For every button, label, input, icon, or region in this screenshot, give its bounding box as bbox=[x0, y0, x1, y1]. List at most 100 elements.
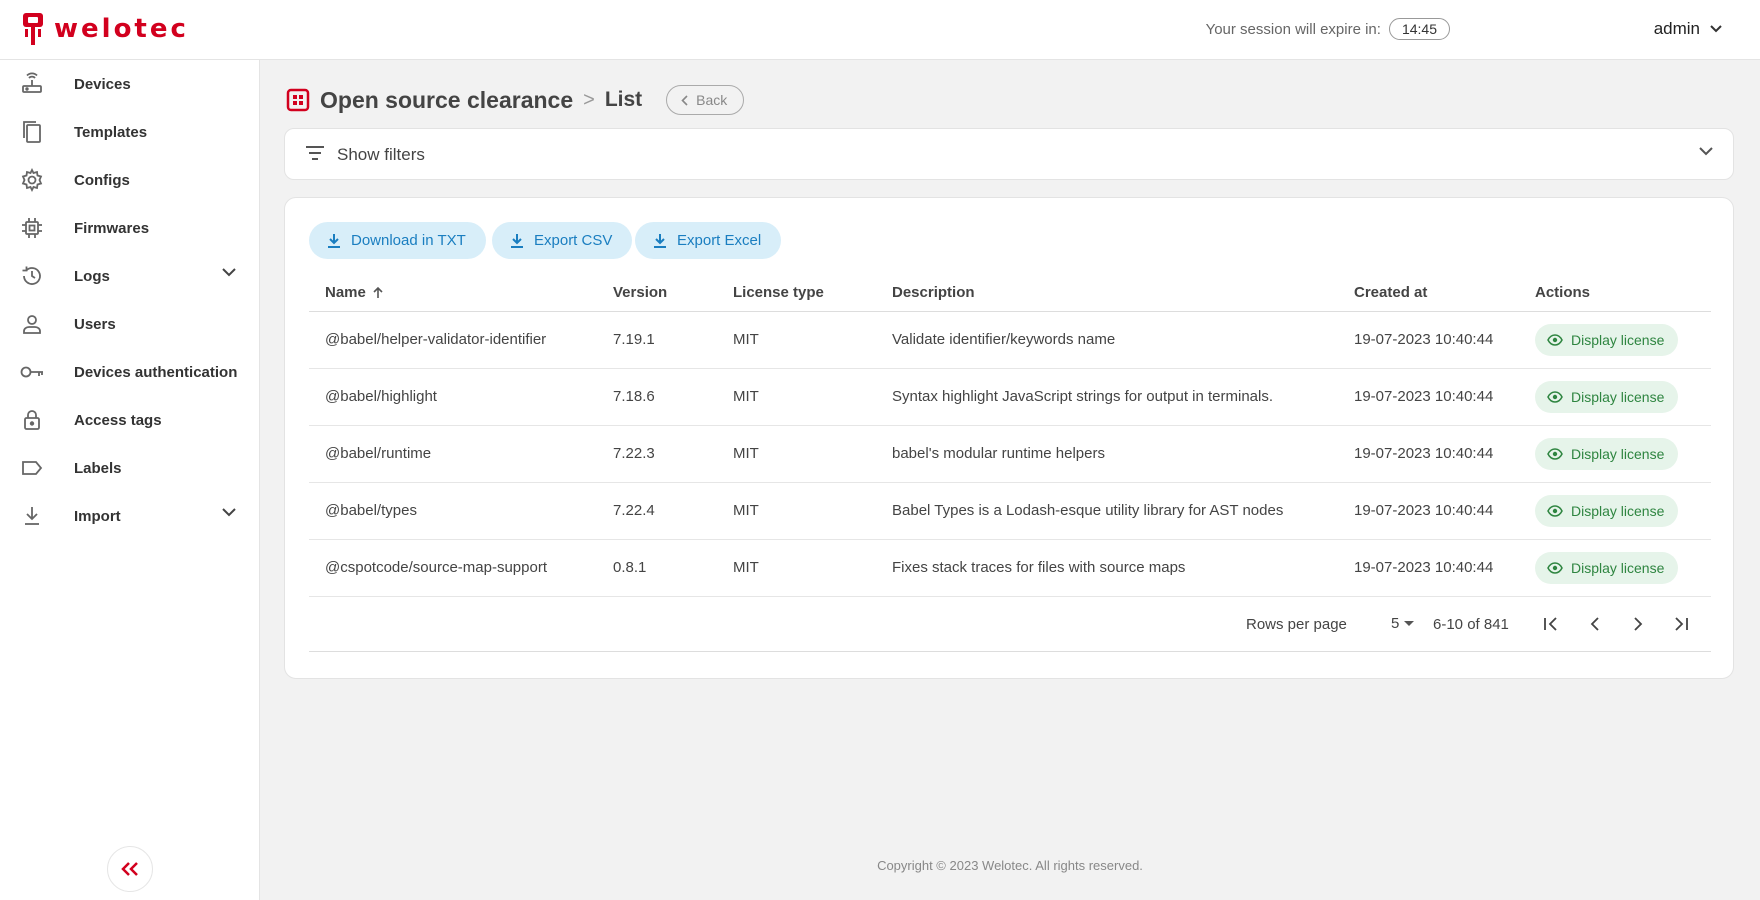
sidebar-item-label: Import bbox=[74, 507, 121, 525]
collapse-sidebar-button[interactable] bbox=[107, 846, 153, 892]
licenses-card: Download in TXT Export CSV Export Excel … bbox=[284, 197, 1734, 679]
session-label: Your session will expire in: bbox=[1205, 20, 1381, 38]
table-row: @babel/highlight 7.18.6 MIT Syntax highl… bbox=[309, 369, 1711, 426]
previous-page-button[interactable] bbox=[1583, 612, 1607, 636]
cell-description: Fixes stack traces for files with source… bbox=[892, 559, 1186, 576]
sidebar-item-users[interactable]: Users bbox=[0, 300, 260, 348]
next-page-button[interactable] bbox=[1626, 612, 1650, 636]
user-menu[interactable]: admin bbox=[1654, 19, 1722, 39]
sidebar-item-label: Configs bbox=[74, 171, 130, 189]
breadcrumb-separator: > bbox=[583, 88, 595, 111]
rows-per-page-select[interactable]: 5 bbox=[1391, 615, 1415, 632]
chip-icon bbox=[18, 214, 46, 242]
display-license-label: Display license bbox=[1571, 332, 1665, 348]
display-license-label: Display license bbox=[1571, 503, 1665, 519]
sidebar-item-firmwares[interactable]: Firmwares bbox=[0, 204, 260, 252]
display-license-button[interactable]: Display license bbox=[1535, 552, 1679, 584]
cell-description: Syntax highlight JavaScript strings for … bbox=[892, 388, 1274, 405]
first-page-icon bbox=[1544, 617, 1557, 631]
brand-name: welotec bbox=[54, 14, 189, 44]
cell-version: 7.22.4 bbox=[613, 502, 655, 519]
show-filters-label: Show filters bbox=[337, 145, 425, 164]
user-icon bbox=[18, 310, 46, 338]
sidebar-item-templates[interactable]: Templates bbox=[0, 108, 260, 156]
user-name: admin bbox=[1653, 19, 1700, 38]
caret-down-icon bbox=[1404, 620, 1415, 626]
table-row: @babel/helper-validator-identifier 7.19.… bbox=[309, 312, 1711, 369]
display-license-button[interactable]: Display license bbox=[1535, 495, 1679, 527]
cell-version: 7.22.3 bbox=[613, 445, 655, 462]
breadcrumb: Open source clearance > List Back bbox=[286, 84, 745, 116]
column-header-label: License type bbox=[733, 284, 824, 301]
double-chevron-left-icon bbox=[121, 862, 138, 876]
chevron-down-icon bbox=[1710, 25, 1722, 33]
label-icon bbox=[18, 454, 46, 482]
column-header-version[interactable]: Version bbox=[613, 284, 667, 301]
column-header-license-type[interactable]: License type bbox=[733, 284, 824, 301]
copy-icon bbox=[18, 118, 46, 146]
sidebar-item-configs[interactable]: Configs bbox=[0, 156, 260, 204]
sidebar-item-label: Access tags bbox=[74, 411, 162, 429]
column-header-description[interactable]: Description bbox=[892, 284, 975, 301]
sidebar-item-devices-authentication[interactable]: Devices authentication bbox=[0, 348, 260, 396]
export-csv-button[interactable]: Export CSV bbox=[492, 222, 633, 259]
gear-icon bbox=[18, 166, 46, 194]
eye-icon bbox=[1547, 391, 1563, 403]
sidebar-item-devices[interactable]: Devices bbox=[0, 60, 260, 108]
sidebar-item-label: Templates bbox=[74, 123, 148, 141]
sidebar-item-access-tags[interactable]: Access tags bbox=[0, 396, 260, 444]
sidebar-item-label: Logs bbox=[74, 267, 110, 285]
chevron-left-icon bbox=[681, 94, 688, 106]
page-title: Open source clearance bbox=[320, 86, 574, 113]
download-icon bbox=[511, 233, 523, 248]
rows-per-page-label: Rows per page bbox=[1246, 616, 1347, 633]
cell-license-type: MIT bbox=[733, 388, 759, 405]
filter-icon bbox=[306, 146, 324, 160]
column-header-name[interactable]: Name bbox=[325, 284, 384, 301]
session-time-badge: 14:45 bbox=[1388, 18, 1450, 40]
column-header-label: Version bbox=[613, 284, 668, 301]
top-bar: welotec Your session will expire in: 14:… bbox=[0, 0, 1760, 60]
pagination: Rows per page 5 6-10 of 841 bbox=[309, 596, 1711, 652]
back-button-label: Back bbox=[696, 92, 728, 108]
first-page-button[interactable] bbox=[1539, 612, 1563, 636]
last-page-icon bbox=[1675, 617, 1688, 631]
display-license-label: Display license bbox=[1571, 389, 1665, 405]
download-icon bbox=[328, 233, 340, 248]
cell-license-type: MIT bbox=[733, 331, 759, 348]
sidebar-item-labels[interactable]: Labels bbox=[0, 444, 260, 492]
welotec-logo[interactable]: welotec bbox=[22, 12, 189, 46]
display-license-button[interactable]: Display license bbox=[1535, 324, 1679, 356]
table-row: @babel/types 7.22.4 MIT Babel Types is a… bbox=[309, 483, 1711, 540]
column-header-label: Description bbox=[892, 284, 975, 301]
export-excel-button[interactable]: Export Excel bbox=[635, 222, 782, 259]
sidebar-item-import[interactable]: Import bbox=[0, 492, 260, 540]
cell-version: 0.8.1 bbox=[613, 559, 647, 576]
cell-created-at: 19-07-2023 10:40:44 bbox=[1354, 502, 1494, 519]
export-excel-label: Export Excel bbox=[677, 232, 762, 249]
cell-name: @babel/runtime bbox=[325, 445, 432, 462]
last-page-button[interactable] bbox=[1669, 612, 1693, 636]
display-license-button[interactable]: Display license bbox=[1535, 438, 1679, 470]
sidebar-item-logs[interactable]: Logs bbox=[0, 252, 260, 300]
download-txt-button[interactable]: Download in TXT bbox=[309, 222, 486, 259]
column-header-created-at[interactable]: Created at bbox=[1354, 284, 1427, 301]
cell-created-at: 19-07-2023 10:40:44 bbox=[1354, 559, 1494, 576]
column-header-label: Created at bbox=[1354, 284, 1428, 301]
key-icon bbox=[18, 358, 46, 386]
back-button[interactable]: Back bbox=[666, 85, 745, 115]
eye-icon bbox=[1547, 505, 1563, 517]
cell-description: babel's modular runtime helpers bbox=[892, 445, 1105, 462]
rows-per-page-value: 5 bbox=[1391, 615, 1400, 632]
download-txt-label: Download in TXT bbox=[351, 232, 466, 249]
show-filters-panel[interactable]: Show filters bbox=[284, 128, 1734, 180]
cell-description: Validate identifier/keywords name bbox=[892, 331, 1116, 348]
download-icon bbox=[654, 233, 666, 248]
licenses-table: Name Version License type Description Cr… bbox=[309, 264, 1711, 597]
display-license-button[interactable]: Display license bbox=[1535, 381, 1679, 413]
breadcrumb-current: List bbox=[604, 88, 643, 111]
cell-license-type: MIT bbox=[733, 559, 759, 576]
lock-icon bbox=[18, 406, 46, 434]
chevron-down-icon bbox=[222, 508, 236, 517]
router-icon bbox=[18, 70, 46, 98]
